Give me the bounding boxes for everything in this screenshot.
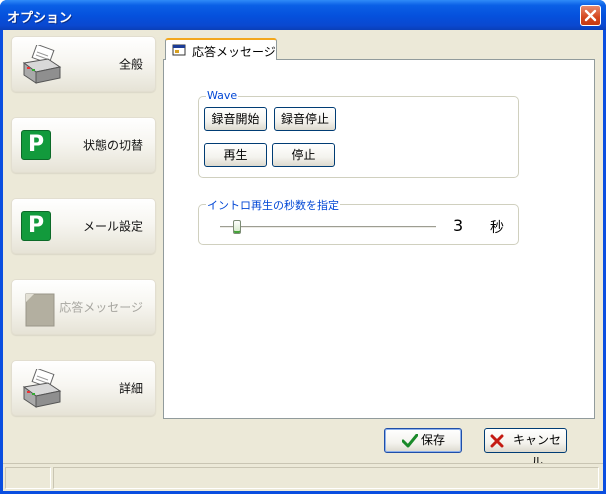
save-button[interactable]: 保存: [384, 428, 462, 453]
tab-label: 応答メッセージ: [192, 45, 276, 59]
sidebar-item-label: 応答メッセージ: [59, 300, 143, 315]
status-pane-left: [5, 467, 51, 489]
cancel-x-icon: [490, 434, 504, 448]
printer-icon: [22, 45, 62, 84]
sidebar-item-general[interactable]: 全般: [11, 36, 156, 92]
sidebar-item-label: 詳細: [118, 381, 143, 396]
sidebar-item-status-switch[interactable]: P 状態の切替: [11, 117, 156, 173]
options-window: オプション 全般 P 状態の切替 P メール設定 応答メッセージ 詳細 応答メッ…: [0, 0, 606, 494]
intro-seconds-unit: 秒: [490, 220, 504, 236]
cancel-button[interactable]: キャンセル: [484, 428, 567, 469]
status-pane-main: [53, 467, 599, 489]
sidebar-item-details[interactable]: 詳細: [11, 360, 156, 416]
message-tab-icon: [172, 44, 186, 56]
save-button-label: 保存: [421, 433, 446, 447]
record-start-button[interactable]: 録音開始: [204, 107, 267, 131]
stop-button[interactable]: 停止: [272, 143, 335, 167]
intro-seconds-value: 3: [453, 216, 464, 235]
close-icon: [584, 9, 597, 22]
record-stop-button[interactable]: 録音停止: [274, 107, 336, 131]
intro-seconds-groupbox: イントロ再生の秒数を指定: [198, 197, 519, 245]
printer-icon: [22, 369, 62, 408]
title-bar[interactable]: オプション: [0, 0, 606, 30]
green-p-icon: P: [21, 211, 51, 241]
intro-seconds-slider-track[interactable]: [220, 226, 436, 229]
intro-group-legend: イントロ再生の秒数を指定: [206, 197, 340, 213]
play-button[interactable]: 再生: [204, 143, 267, 167]
sidebar-item-response-message[interactable]: 応答メッセージ: [11, 279, 156, 335]
sidebar-item-label: 状態の切替: [82, 138, 143, 153]
status-bar: [3, 463, 603, 491]
tab-response-message[interactable]: 応答メッセージ: [165, 38, 277, 60]
close-button[interactable]: [580, 5, 601, 26]
wave-group-legend: Wave: [206, 89, 239, 102]
window-title: オプション: [7, 11, 73, 26]
green-p-icon: P: [21, 130, 51, 160]
checkmark-icon: [402, 434, 418, 448]
gray-document-icon: [25, 293, 55, 327]
intro-seconds-slider-thumb[interactable]: [233, 220, 241, 234]
sidebar-item-mail-settings[interactable]: P メール設定: [11, 198, 156, 254]
sidebar-item-label: 全般: [118, 57, 143, 72]
sidebar-item-label: メール設定: [82, 219, 143, 234]
